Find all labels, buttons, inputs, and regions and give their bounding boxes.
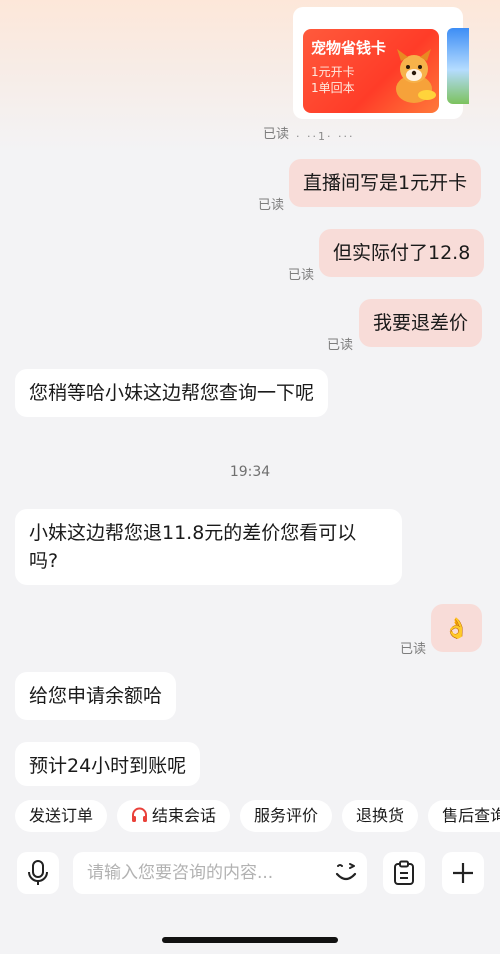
emoji-wink-icon[interactable] xyxy=(333,860,359,886)
next-card-peek[interactable] xyxy=(447,28,469,104)
return-exchange-chip[interactable]: 退换货 xyxy=(342,800,419,832)
message-bubble-in[interactable]: 预计24小时到账呢 xyxy=(15,742,201,786)
message-bubble-in[interactable]: 小妹这边帮您退11.8元的差价您看可以 吗? xyxy=(15,509,402,585)
quick-actions-bar[interactable]: 发送订单 结束会话 服务评价 退换货 售后查询 xyxy=(15,800,500,834)
promo-title: 宠物省钱卡 xyxy=(311,39,387,57)
headset-icon xyxy=(132,807,148,822)
read-status: 已读 xyxy=(400,642,427,657)
chip-label: 售后查询 xyxy=(442,806,500,825)
message-bubble-out[interactable]: 👌 xyxy=(431,604,482,652)
end-session-chip[interactable]: 结束会话 xyxy=(117,800,231,832)
read-status: 已读 xyxy=(327,338,354,353)
message-line: 小妹这边帮您退11.8元的差价您看可以 xyxy=(29,522,357,544)
chip-label: 结束会话 xyxy=(152,806,217,825)
more-button[interactable] xyxy=(442,852,484,894)
message-input[interactable] xyxy=(87,862,317,884)
promo-card-image[interactable]: 宠物省钱卡 1元开卡 1单回本 xyxy=(303,29,439,113)
clipboard-button[interactable] xyxy=(383,852,425,894)
message-line: 吗? xyxy=(29,550,59,572)
promo-line-2: 1单回本 xyxy=(311,81,355,95)
card-text-peek: · ··1· ··· xyxy=(296,130,355,142)
chip-label: 服务评价 xyxy=(254,806,319,825)
service-rating-chip[interactable]: 服务评价 xyxy=(240,800,333,832)
send-order-chip[interactable]: 发送订单 xyxy=(15,800,108,832)
clipboard-icon xyxy=(394,860,414,885)
read-status: 已读 xyxy=(263,127,290,142)
voice-button[interactable] xyxy=(17,852,59,894)
dog-mascot-icon xyxy=(396,49,436,103)
chip-label: 退换货 xyxy=(356,806,405,825)
message-bubble-out[interactable]: 但实际付了12.8 xyxy=(319,229,485,277)
message-bubble-out[interactable]: 直播间写是1元开卡 xyxy=(289,159,482,207)
read-status: 已读 xyxy=(258,198,285,213)
message-bubble-in[interactable]: 给您申请余额哈 xyxy=(15,672,177,720)
message-bubble-in[interactable]: 您稍等哈小妹这边帮您查询一下呢 xyxy=(15,369,329,417)
product-card-message[interactable]: 宠物省钱卡 1元开卡 1单回本 xyxy=(293,7,463,119)
home-indicator[interactable] xyxy=(162,937,338,943)
plus-icon xyxy=(453,863,473,883)
message-bubble-out[interactable]: 我要退差价 xyxy=(359,299,483,347)
microphone-icon xyxy=(28,860,48,885)
after-sales-chip[interactable]: 售后查询 xyxy=(428,800,500,832)
read-status: 已读 xyxy=(288,268,315,283)
timestamp: 19:34 xyxy=(229,464,271,480)
promo-line-1: 1元开卡 xyxy=(311,65,355,79)
message-input-box[interactable] xyxy=(73,852,367,894)
chip-label: 发送订单 xyxy=(29,806,94,825)
